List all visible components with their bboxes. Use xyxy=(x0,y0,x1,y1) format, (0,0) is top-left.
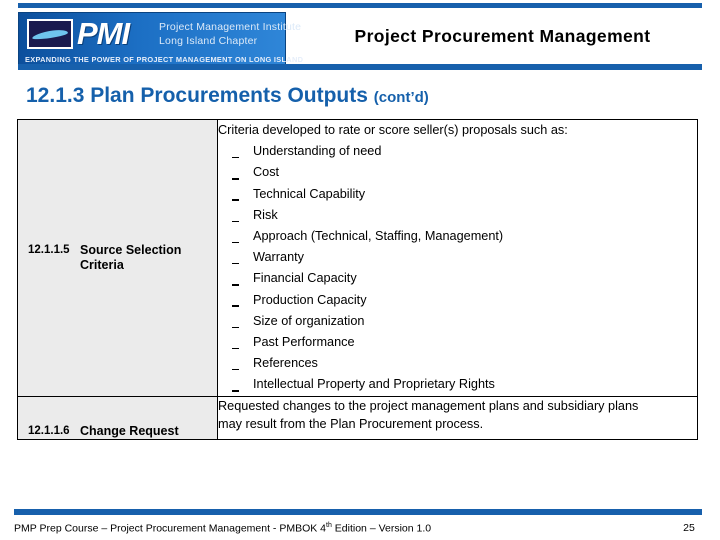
bullet-dash-icon xyxy=(232,178,239,180)
bullet-dash-icon xyxy=(232,199,239,201)
list-item: Financial Capacity xyxy=(218,268,697,289)
header-top-rule xyxy=(18,3,702,8)
list-item-label: Warranty xyxy=(253,250,304,265)
list-item: Approach (Technical, Staffing, Managemen… xyxy=(218,226,697,247)
row-code-cell-source-selection-criteria: 12.1.1.5 Source Selection Criteria xyxy=(17,119,218,397)
island-shape xyxy=(31,28,69,41)
list-item: Production Capacity xyxy=(218,290,697,311)
list-item: Understanding of need xyxy=(218,141,697,162)
logo-org-line1: Project Management Institute xyxy=(159,21,302,33)
logo-org-line2: Long Island Chapter xyxy=(159,35,258,47)
row-label: Change Request xyxy=(80,423,179,438)
page-title: 12.1.3 Plan Procurements Outputs (cont’d… xyxy=(26,84,429,108)
list-item-label: Past Performance xyxy=(253,335,355,350)
row-description-cell-change-request: Requested changes to the project managem… xyxy=(217,395,698,440)
list-item-label: References xyxy=(253,356,318,371)
page-number: 25 xyxy=(683,522,695,534)
bullet-dash-icon xyxy=(232,220,239,223)
list-item: Warranty xyxy=(218,247,697,268)
list-item-label: Production Capacity xyxy=(253,292,367,307)
list-item-label: Approach (Technical, Staffing, Managemen… xyxy=(253,229,504,244)
list-item-label: Risk xyxy=(253,207,278,222)
bullet-dash-icon xyxy=(232,284,239,286)
list-item-label: Intellectual Property and Proprietary Ri… xyxy=(253,377,495,392)
change-request-text-line1: Requested changes to the project managem… xyxy=(218,398,639,413)
bullet-dash-icon xyxy=(232,368,239,371)
criteria-intro-text: Criteria developed to rate or score sell… xyxy=(218,123,568,137)
logo-tagline: EXPANDING THE POWER OF PROJECT MANAGEMEN… xyxy=(25,55,304,64)
bullet-dash-icon xyxy=(232,326,239,329)
bullet-dash-icon xyxy=(232,262,239,265)
page-title-continued: (cont’d) xyxy=(373,89,429,106)
list-item: Risk xyxy=(218,205,697,226)
list-item-label: Cost xyxy=(253,165,280,180)
list-item: Cost xyxy=(218,162,697,183)
list-item: Past Performance xyxy=(218,332,697,353)
bullet-dash-icon xyxy=(232,390,239,392)
row-label: Source Selection Criteria xyxy=(80,243,182,272)
pmi-long-island-logo: PMI Project Management Institute Long Is… xyxy=(18,12,303,70)
bullet-dash-icon xyxy=(232,241,239,244)
change-request-text-line2: may result from the Plan Procurement pro… xyxy=(218,416,484,431)
bullet-dash-icon xyxy=(232,305,239,307)
page-title-main: 12.1.3 Plan Procurements Outputs xyxy=(26,84,368,107)
outputs-table: 12.1.1.5 Source Selection Criteria Crite… xyxy=(17,119,698,440)
row-code-cell-change-request: 12.1.1.6 Change Request xyxy=(17,395,218,440)
list-item-label: Size of organization xyxy=(253,313,365,328)
list-item: Size of organization xyxy=(218,311,697,332)
bullet-dash-icon xyxy=(232,156,239,159)
list-item: Technical Capability xyxy=(218,184,697,205)
footer-text-main: PMP Prep Course – Project Procurement Ma… xyxy=(14,522,327,535)
pmi-wordmark: PMI xyxy=(77,16,130,51)
list-item-label: Technical Capability xyxy=(253,186,366,201)
footer-text-tail: Edition – Version 1.0 xyxy=(331,522,432,535)
table-row: 12.1.1.5 Source Selection Criteria Crite… xyxy=(17,119,698,397)
list-item-label: Financial Capacity xyxy=(253,271,357,286)
list-item: References xyxy=(218,353,697,374)
table-row: 12.1.1.6 Change Request Requested change… xyxy=(17,395,698,440)
list-item: Intellectual Property and Proprietary Ri… xyxy=(218,374,697,395)
row-code: 12.1.1.5 xyxy=(28,244,70,256)
slide-header: PMI Project Management Institute Long Is… xyxy=(0,0,720,74)
bullet-dash-icon xyxy=(232,347,239,350)
long-island-map-icon xyxy=(27,19,73,49)
header-bottom-rule xyxy=(18,64,702,70)
row-description-cell-source-selection-criteria: Criteria developed to rate or score sell… xyxy=(217,119,698,397)
footer-rule xyxy=(14,509,702,515)
footer-text: PMP Prep Course – Project Procurement Ma… xyxy=(14,522,431,535)
list-item-label: Understanding of need xyxy=(253,144,382,159)
header-title: Project Procurement Management xyxy=(354,26,651,46)
criteria-bullet-list: Understanding of need Cost Technical Cap… xyxy=(218,141,697,395)
row-code: 12.1.1.6 xyxy=(28,424,70,437)
